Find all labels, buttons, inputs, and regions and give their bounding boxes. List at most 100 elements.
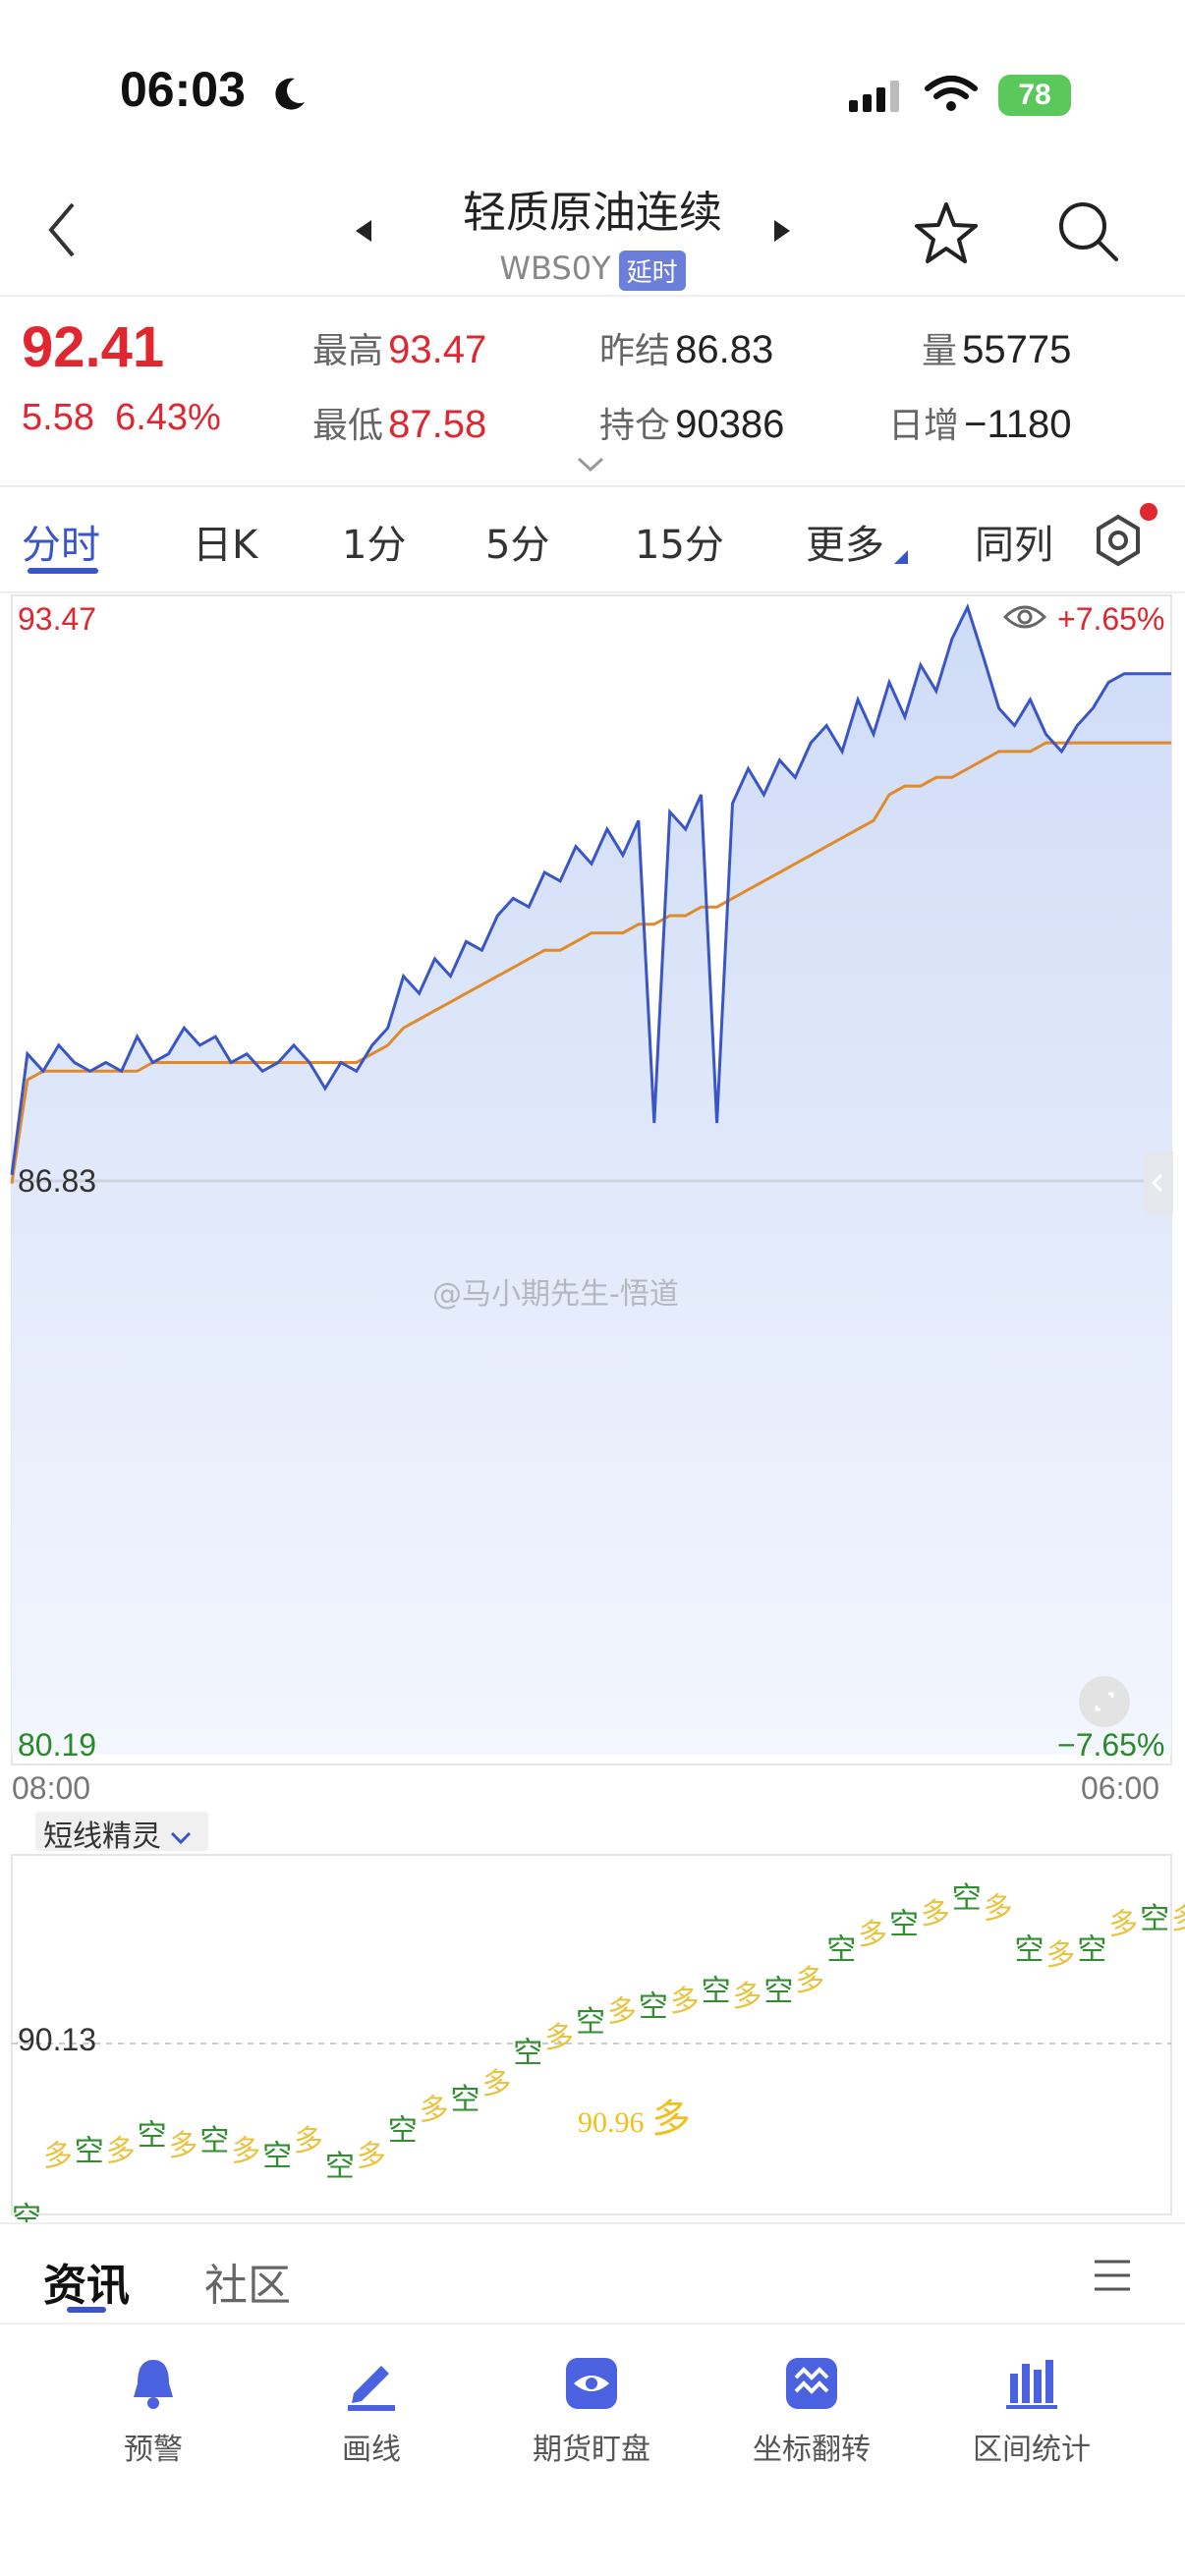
nav-flip[interactable]: 坐标翻转 <box>713 2354 910 2472</box>
signal-mark: 空 <box>12 2201 41 2222</box>
prev-label: 昨结 <box>599 331 671 371</box>
signal-mark: 空 <box>450 2083 480 2117</box>
tab-1min[interactable]: 1分 <box>342 513 406 570</box>
signal-mark: 多 <box>795 1964 824 1998</box>
nav-draw[interactable]: 画线 <box>273 2354 470 2472</box>
signal-mark: 多 <box>420 2093 449 2127</box>
signal-mark: 多 <box>858 1918 887 1952</box>
signal-mark: 多 <box>231 2134 260 2168</box>
tab-more[interactable]: 更多 <box>806 513 884 570</box>
signal-type: 多 <box>651 2097 691 2141</box>
side-panel-handle[interactable] <box>1144 1151 1173 1214</box>
notification-dot <box>1140 503 1157 521</box>
delay-badge: 延时 <box>618 250 686 291</box>
search-icon[interactable] <box>1055 198 1120 263</box>
signal-mark: 多 <box>481 2067 511 2101</box>
change-percent: 6.43% <box>115 397 221 438</box>
menu-icon[interactable] <box>1093 2256 1132 2295</box>
nav-watch[interactable]: 期货盯盘 <box>493 2354 690 2472</box>
y-axis-bottom-label: 80.19 <box>18 1727 97 1763</box>
low-stat: 最低 87.58 <box>312 397 486 448</box>
signal-mark: 空 <box>262 2140 292 2174</box>
stats-icon <box>1006 2360 1057 2409</box>
signal-mark: 多 <box>294 2124 323 2158</box>
page-title: 轻质原油连续 <box>463 188 722 238</box>
open-interest-stat: 持仓 90386 <box>599 397 784 448</box>
signal-mark: 多 <box>43 2140 73 2174</box>
tab-community[interactable]: 社区 <box>204 2250 291 2313</box>
high-value: 93.47 <box>388 328 487 371</box>
fullscreen-button[interactable] <box>1079 1676 1130 1727</box>
indicator-chart[interactable]: 空多空多空多空多空多空多空多空多空多空多空多空多空多空多空多空多空多空多空多 <box>0 1853 1185 2222</box>
signal-mark: 多 <box>921 1897 950 1932</box>
more-dropdown-icon <box>894 550 908 564</box>
signal-mark: 空 <box>639 1989 668 2024</box>
last-price: 92.41 <box>22 315 165 379</box>
signal-mark: 空 <box>388 2113 418 2148</box>
signal-mark: 空 <box>952 1881 982 1916</box>
signal-mark: 多 <box>1171 1902 1185 1936</box>
prev-settle-stat: 昨结 86.83 <box>599 322 773 373</box>
bottom-tabs-divider-top <box>0 2222 1185 2224</box>
signal-mark: 空 <box>1077 1933 1106 1968</box>
high-stat: 最高 93.47 <box>312 322 486 373</box>
signal-mark: 空 <box>138 2119 167 2154</box>
eye-icon[interactable] <box>1002 599 1047 635</box>
nav-watch-label: 期货盯盘 <box>533 2433 650 2467</box>
nav-alert[interactable]: 预警 <box>55 2354 252 2472</box>
cellular-signal-icon <box>849 81 899 112</box>
nav-alert-label: 预警 <box>124 2433 183 2467</box>
expand-chevron-icon[interactable] <box>576 456 605 474</box>
oi-value: 90386 <box>675 403 785 446</box>
nav-stats-label: 区间统计 <box>973 2433 1091 2467</box>
nav-draw-label: 画线 <box>342 2433 401 2467</box>
signal-mark: 多 <box>168 2129 198 2163</box>
signal-price-value: 90.96 <box>578 2106 645 2139</box>
news-tab-indicator <box>67 2307 106 2313</box>
indicator-level-label: 90.13 <box>18 2022 97 2057</box>
nav-stats[interactable]: 区间统计 <box>933 2354 1130 2472</box>
signal-mark: 多 <box>106 2134 136 2168</box>
quote-divider <box>0 485 1185 487</box>
low-label: 最低 <box>312 406 384 446</box>
flip-icon <box>786 2358 837 2409</box>
signal-mark: 空 <box>889 1907 919 1941</box>
price-change: 5.58 6.43% <box>22 397 221 439</box>
change-value: 5.58 <box>22 397 94 438</box>
next-contract-icon[interactable] <box>770 218 792 244</box>
watermark: @马小期先生-悟道 <box>432 1277 679 1312</box>
chevron-left-icon <box>1151 1173 1163 1193</box>
tab-peers[interactable]: 同列 <box>975 513 1053 570</box>
signal-mark: 空 <box>1015 1933 1044 1968</box>
vol-label: 量 <box>922 331 958 371</box>
daily-value: −1180 <box>964 403 1072 446</box>
moon-icon <box>275 78 305 110</box>
high-label: 最高 <box>312 331 384 371</box>
tab-intraday[interactable]: 分时 <box>22 513 100 570</box>
header-divider <box>0 295 1185 297</box>
tab-5min[interactable]: 5分 <box>485 513 549 570</box>
nav-flip-label: 坐标翻转 <box>753 2433 871 2467</box>
signal-mark: 空 <box>702 1975 731 2009</box>
signal-mark: 空 <box>576 2005 605 2040</box>
prev-value: 86.83 <box>675 328 774 371</box>
signal-mark: 多 <box>1108 1907 1138 1941</box>
vol-value: 55775 <box>962 328 1072 371</box>
tab-daily-k[interactable]: 日K <box>193 513 257 570</box>
indicator-selector[interactable]: 短线精灵 <box>35 1812 208 1854</box>
low-value: 87.58 <box>388 403 487 446</box>
intraday-chart[interactable] <box>0 593 1185 1772</box>
tab-15min[interactable]: 15分 <box>635 513 724 570</box>
pct-bottom-label: −7.65% <box>1057 1727 1165 1763</box>
signal-mark: 空 <box>325 2150 355 2184</box>
x-axis-end-label: 06:00 <box>1081 1770 1160 1806</box>
status-time: 06:03 <box>120 62 246 117</box>
settings-hex-icon[interactable] <box>1089 511 1148 570</box>
tab-active-indicator <box>28 568 98 574</box>
daily-change-stat: 日增 −1180 <box>888 397 1071 448</box>
star-icon[interactable] <box>914 200 979 265</box>
y-axis-top-label: 93.47 <box>18 601 97 637</box>
tab-news[interactable]: 资讯 <box>43 2250 130 2313</box>
chevron-down-icon <box>171 1831 192 1845</box>
wifi-icon <box>925 76 978 111</box>
